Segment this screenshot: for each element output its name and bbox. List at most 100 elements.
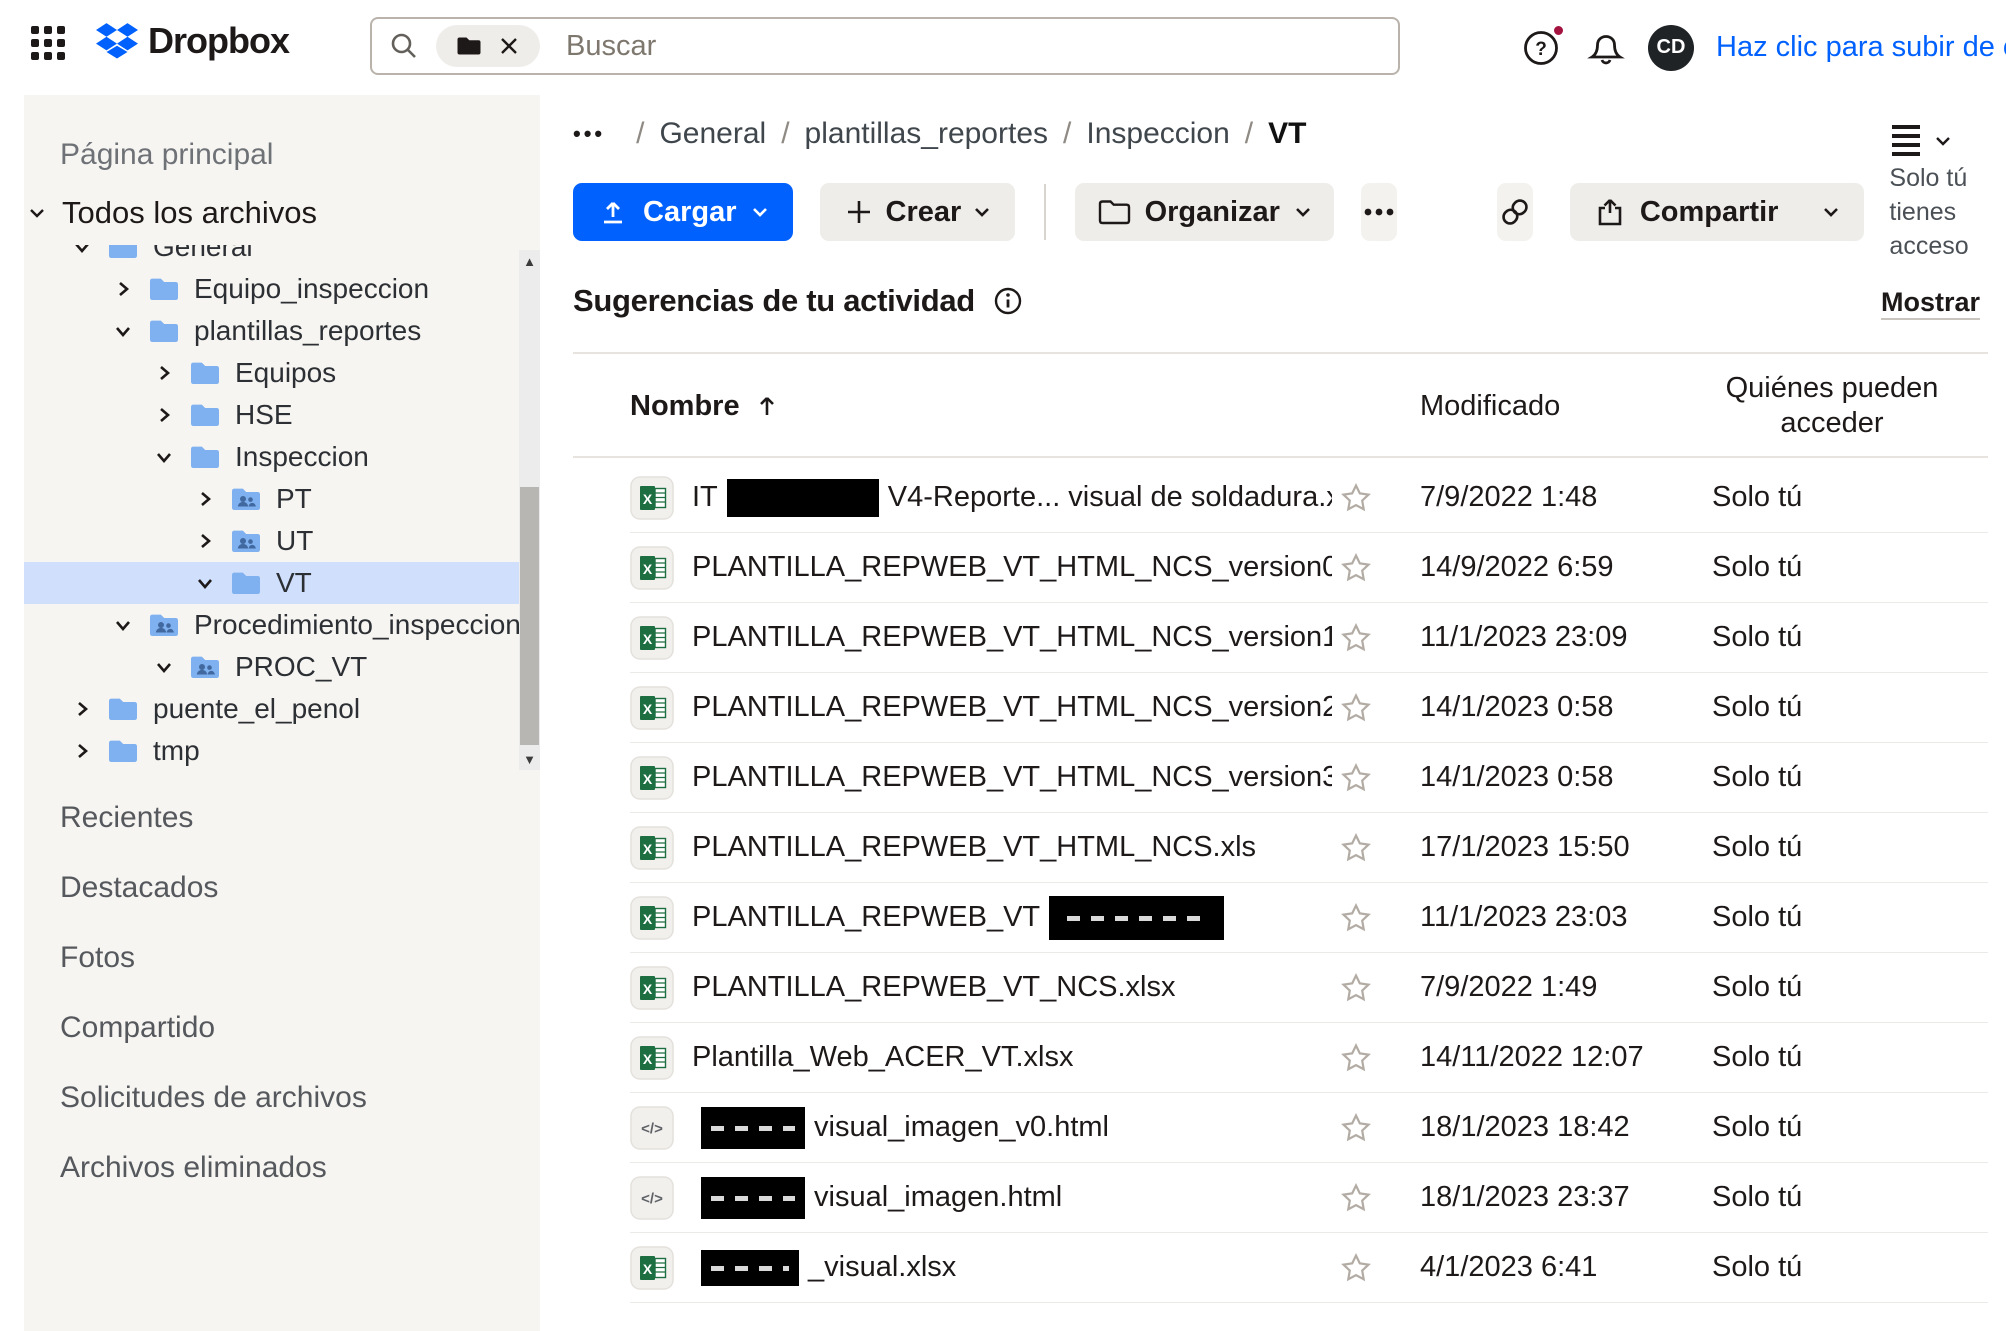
file-name[interactable]: PLANTILLA_REPWEB_VT_HTML_NCS_version1.xl… [674,621,1332,654]
file-name[interactable]: PLANTILLA_REPWEB_VT_NCS.xlsx [674,971,1332,1004]
chevron-right-icon[interactable] [69,699,95,719]
tree-item-UT[interactable]: UT [24,520,540,562]
file-name[interactable]: PLANTILLA_REPWEB_VT_HTML_NCS_version3.xl… [674,761,1332,794]
table-row[interactable]: XPLANTILLA_REPWEB_VT_HTML_NCS_version0.x… [630,533,1988,603]
star-icon[interactable] [1332,1181,1380,1215]
chevron-right-icon[interactable] [192,531,218,551]
table-row[interactable]: XPLANTILLA_REPWEB_VT_HTML_NCS_version1.x… [630,603,1988,673]
star-icon[interactable] [1332,971,1380,1005]
tree-item-PROC_VT[interactable]: PROC_VT [24,646,540,688]
star-icon[interactable] [1332,1111,1380,1145]
tree-item-puente_el_penol[interactable]: puente_el_penol [24,688,540,730]
table-row[interactable]: XPlantilla_Web_ACER_VT.xlsx14/11/2022 12… [630,1023,1988,1093]
file-name[interactable]: ITV4-Reporte... visual de soldadura.xlsx [674,479,1332,517]
table-row[interactable]: XPLANTILLA_REPWEB_VT_NCS.xlsx7/9/2022 1:… [630,953,1988,1023]
table-row[interactable]: </>visual_imagen.html18/1/2023 23:37Solo… [630,1163,1988,1233]
bell-icon[interactable] [1586,27,1626,69]
file-name[interactable]: Plantilla_Web_ACER_VT.xlsx [674,1041,1332,1074]
chevron-right-icon[interactable] [151,405,177,425]
sidebar-item-fotos[interactable]: Fotos [24,923,540,993]
upload-button[interactable]: Cargar [573,183,793,241]
tree-item-Procedimiento_inspeccion[interactable]: Procedimiento_inspeccion [24,604,540,646]
chevron-down-icon[interactable] [26,202,48,224]
chevron-down-icon[interactable] [151,657,177,677]
show-link[interactable]: Mostrar [1881,287,1980,318]
table-row[interactable]: XPLANTILLA_REPWEB_VT_HTML_NCS_version3.x… [630,743,1988,813]
tree-item-VT[interactable]: VT [24,562,540,604]
star-icon[interactable] [1332,901,1380,935]
tree-item-Inspeccion[interactable]: Inspeccion [24,436,540,478]
organize-button[interactable]: Organizar [1075,183,1334,241]
search-input[interactable] [566,30,1382,63]
table-row[interactable]: X_visual.xlsx4/1/2023 6:41Solo tú [630,1233,1988,1303]
chevron-right-icon[interactable] [110,279,136,299]
scroll-up-arrow-icon[interactable]: ▲ [519,250,540,272]
star-icon[interactable] [1332,621,1380,655]
breadcrumb-item-General[interactable]: General [659,117,766,151]
file-name[interactable]: visual_imagen_v0.html [674,1107,1332,1149]
breadcrumb-item-Inspeccion[interactable]: Inspeccion [1086,117,1229,151]
tree-item-Equipos[interactable]: Equipos [24,352,540,394]
sidebar-item-archivos-eliminados[interactable]: Archivos eliminados [24,1133,540,1203]
breadcrumb-ellipsis[interactable]: ••• [573,121,605,147]
search-bar[interactable] [370,17,1400,75]
sidebar-item-destacados[interactable]: Destacados [24,853,540,923]
tree-item-HSE[interactable]: HSE [24,394,540,436]
view-toggle-button[interactable] [1892,125,1954,156]
column-header-name[interactable]: Nombre [630,390,1332,423]
table-row[interactable]: XITV4-Reporte... visual de soldadura.xls… [630,463,1988,533]
copy-link-button[interactable] [1497,183,1533,241]
star-icon[interactable] [1332,691,1380,725]
dropbox-logo[interactable]: Dropbox [96,20,289,62]
table-row[interactable]: XPLANTILLA_REPWEB_VT_HTML_NCS.xls17/1/20… [630,813,1988,883]
chevron-down-icon[interactable] [69,245,95,257]
file-name[interactable]: PLANTILLA_REPWEB_VT_HTML_NCS_version2.xl… [674,691,1332,724]
sidebar-item-recientes[interactable]: Recientes [24,783,540,853]
sidebar-item-home[interactable]: Página principal [60,138,273,172]
scrollbar-thumb[interactable] [520,487,539,745]
table-row[interactable]: XPLANTILLA_REPWEB_VT11/1/2023 23:03Solo … [630,883,1988,953]
tree-item-PT[interactable]: PT [24,478,540,520]
column-header-access[interactable]: Quiénes pueden acceder [1676,371,1988,441]
file-name[interactable]: PLANTILLA_REPWEB_VT_HTML_NCS.xls [674,831,1332,864]
chevron-right-icon[interactable] [151,363,177,383]
tree-item-tmp[interactable]: tmp [24,730,540,772]
tree-item-plantillas_reportes[interactable]: plantillas_reportes [24,310,540,352]
star-icon[interactable] [1332,831,1380,865]
chevron-down-icon[interactable] [110,321,136,341]
table-row[interactable]: XPLANTILLA_REPWEB_VT_HTML_NCS_version2.x… [630,673,1988,743]
tree-item-Equipo_inspeccion[interactable]: Equipo_inspeccion [24,268,540,310]
chevron-down-icon[interactable] [192,573,218,593]
more-actions-button[interactable] [1361,183,1397,241]
sidebar-item-all-files[interactable]: Todos los archivos [26,195,317,231]
file-name[interactable]: PLANTILLA_REPWEB_VT_HTML_NCS_version0.xl… [674,551,1332,584]
sidebar-item-compartido[interactable]: Compartido [24,993,540,1063]
star-icon[interactable] [1332,481,1380,515]
apps-grid-icon[interactable] [31,26,71,66]
search-filter-chip[interactable] [436,25,540,67]
info-icon[interactable] [993,286,1023,316]
breadcrumb-item-plantillas_reportes[interactable]: plantillas_reportes [805,117,1048,151]
column-header-modified[interactable]: Modificado [1416,390,1676,423]
star-icon[interactable] [1332,1041,1380,1075]
file-name[interactable]: _visual.xlsx [674,1250,1332,1286]
create-button[interactable]: Crear [820,183,1016,241]
star-icon[interactable] [1332,1251,1380,1285]
avatar[interactable]: CD [1648,25,1694,71]
file-name[interactable]: visual_imagen.html [674,1177,1332,1219]
sidebar-item-solicitudes-de-archivos[interactable]: Solicitudes de archivos [24,1063,540,1133]
file-name[interactable]: PLANTILLA_REPWEB_VT [674,896,1332,940]
share-button[interactable]: Compartir [1570,183,1865,241]
chevron-down-icon[interactable] [151,447,177,467]
table-row[interactable]: </>visual_imagen_v0.html18/1/2023 18:42S… [630,1093,1988,1163]
chevron-down-icon[interactable] [110,615,136,635]
chip-close-icon[interactable] [498,35,520,57]
chevron-right-icon[interactable] [192,489,218,509]
scroll-down-arrow-icon[interactable]: ▼ [519,748,540,770]
help-button[interactable]: ? [1520,26,1564,70]
tree-item-General[interactable]: General [24,245,540,268]
star-icon[interactable] [1332,761,1380,795]
chevron-right-icon[interactable] [69,741,95,761]
star-icon[interactable] [1332,551,1380,585]
sidebar-scrollbar[interactable]: ▲ ▼ [519,250,540,770]
